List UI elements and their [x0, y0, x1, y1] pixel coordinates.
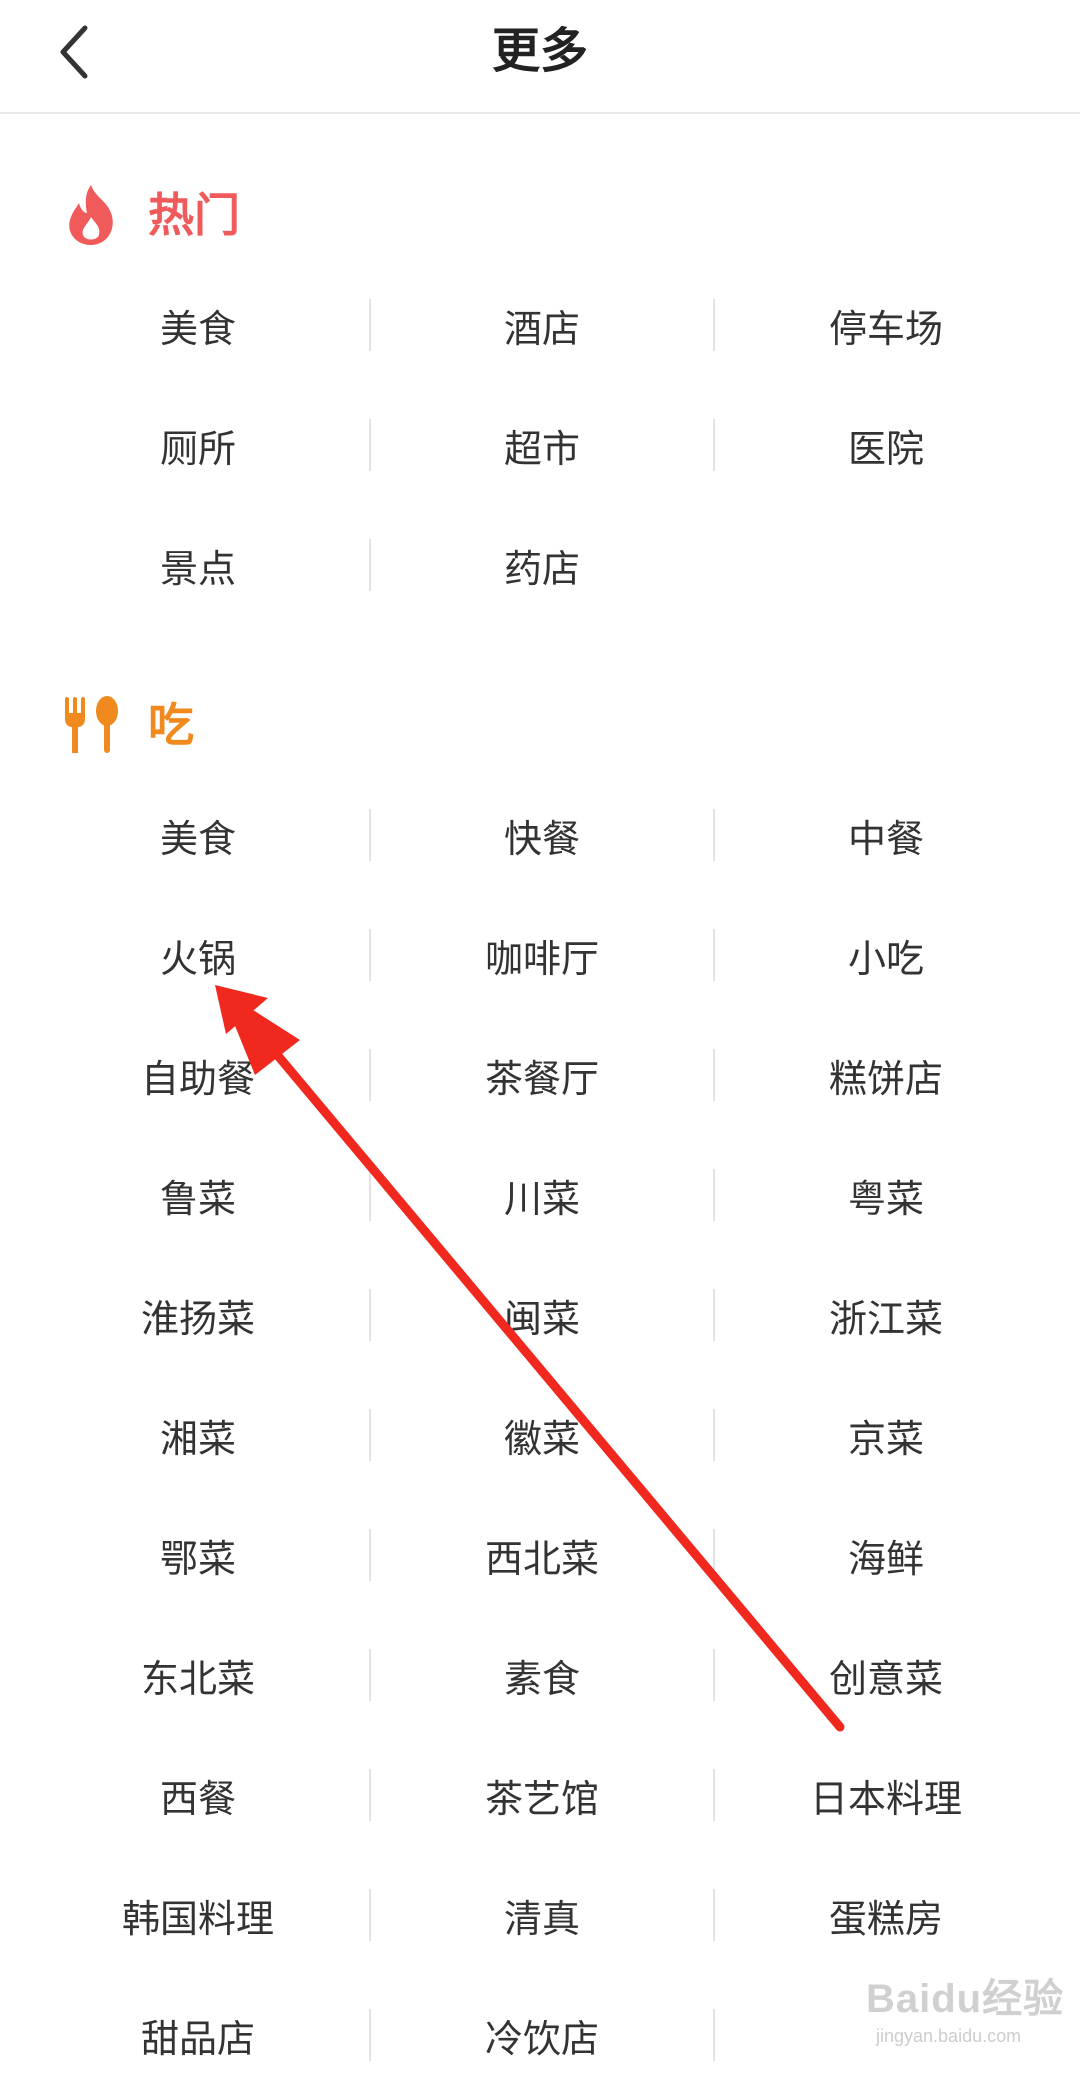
- category-item[interactable]: 鲁菜: [27, 1135, 369, 1255]
- category-item[interactable]: 淮扬菜: [27, 1255, 369, 1375]
- grid-row: 湘菜 徽菜 京菜: [0, 1375, 1080, 1495]
- category-item[interactable]: 停车场: [715, 265, 1057, 385]
- category-item[interactable]: 京菜: [715, 1375, 1057, 1495]
- category-item[interactable]: 酒店: [371, 265, 713, 385]
- flame-icon: [56, 180, 126, 250]
- category-item[interactable]: 冷饮店: [371, 1975, 713, 2095]
- page-title: 更多: [491, 23, 588, 79]
- grid-row: 鄂菜 西北菜 海鲜: [0, 1495, 1080, 1615]
- watermark: Baidu经验 jingyan.baidu.com: [826, 1942, 1066, 2072]
- category-item[interactable]: 湘菜: [27, 1375, 369, 1495]
- category-item[interactable]: 川菜: [371, 1135, 713, 1255]
- grid-row: 鲁菜 川菜 粤菜: [0, 1135, 1080, 1255]
- category-item[interactable]: 火锅: [27, 895, 369, 1015]
- grid-row: 自助餐 茶餐厅 糕饼店: [0, 1015, 1080, 1135]
- grid-row: 西餐 茶艺馆 日本料理: [0, 1735, 1080, 1855]
- category-item[interactable]: 厕所: [27, 385, 369, 505]
- category-item[interactable]: 东北菜: [27, 1615, 369, 1735]
- section-header-eat: 吃: [56, 690, 194, 760]
- category-item[interactable]: 自助餐: [27, 1015, 369, 1135]
- grid-hot: 美食 酒店 停车场 厕所 超市 医院 景点 药店: [0, 265, 1080, 625]
- category-item[interactable]: 粤菜: [715, 1135, 1057, 1255]
- category-item[interactable]: 素食: [371, 1615, 713, 1735]
- grid-row: 淮扬菜 闽菜 浙江菜: [0, 1255, 1080, 1375]
- grid-row: 美食 快餐 中餐: [0, 775, 1080, 895]
- category-item[interactable]: 徽菜: [371, 1375, 713, 1495]
- category-item[interactable]: 韩国料理: [27, 1855, 369, 1975]
- category-item[interactable]: 医院: [715, 385, 1057, 505]
- category-item[interactable]: 快餐: [371, 775, 713, 895]
- category-item[interactable]: 咖啡厅: [371, 895, 713, 1015]
- grid-row: 美食 酒店 停车场: [0, 265, 1080, 385]
- category-item[interactable]: 浙江菜: [715, 1255, 1057, 1375]
- empty-cell: [715, 505, 1057, 625]
- grid-row: 东北菜 素食 创意菜: [0, 1615, 1080, 1735]
- section-title-eat: 吃: [148, 698, 194, 752]
- category-item[interactable]: 清真: [371, 1855, 713, 1975]
- category-item[interactable]: 美食: [27, 265, 369, 385]
- category-item[interactable]: 甜品店: [27, 1975, 369, 2095]
- category-item[interactable]: 药店: [371, 505, 713, 625]
- category-item[interactable]: 茶艺馆: [371, 1735, 713, 1855]
- category-item[interactable]: 中餐: [715, 775, 1057, 895]
- category-item[interactable]: 西餐: [27, 1735, 369, 1855]
- watermark-url: jingyan.baidu.com: [876, 2026, 1022, 2046]
- category-item[interactable]: 鄂菜: [27, 1495, 369, 1615]
- grid-row: 火锅 咖啡厅 小吃: [0, 895, 1080, 1015]
- category-item[interactable]: 美食: [27, 775, 369, 895]
- category-item[interactable]: 茶餐厅: [371, 1015, 713, 1135]
- category-item[interactable]: 创意菜: [715, 1615, 1057, 1735]
- section-header-hot: 热门: [56, 180, 240, 250]
- category-item[interactable]: 景点: [27, 505, 369, 625]
- category-item[interactable]: 糕饼店: [715, 1015, 1057, 1135]
- category-item[interactable]: 海鲜: [715, 1495, 1057, 1615]
- category-item[interactable]: 日本料理: [715, 1735, 1057, 1855]
- top-bar: 更多: [0, 0, 1080, 114]
- grid-eat: 美食 快餐 中餐 火锅 咖啡厅 小吃 自助餐 茶餐厅 糕饼店 鲁菜 川菜 粤菜 …: [0, 775, 1080, 2095]
- category-item[interactable]: 闽菜: [371, 1255, 713, 1375]
- watermark-brand: Baidu经验: [866, 1977, 1065, 2021]
- category-item[interactable]: 超市: [371, 385, 713, 505]
- section-title-hot: 热门: [148, 188, 240, 242]
- grid-row: 厕所 超市 医院: [0, 385, 1080, 505]
- category-item[interactable]: 小吃: [715, 895, 1057, 1015]
- grid-row: 景点 药店: [0, 505, 1080, 625]
- fork-spoon-icon: [56, 690, 126, 760]
- category-item[interactable]: 西北菜: [371, 1495, 713, 1615]
